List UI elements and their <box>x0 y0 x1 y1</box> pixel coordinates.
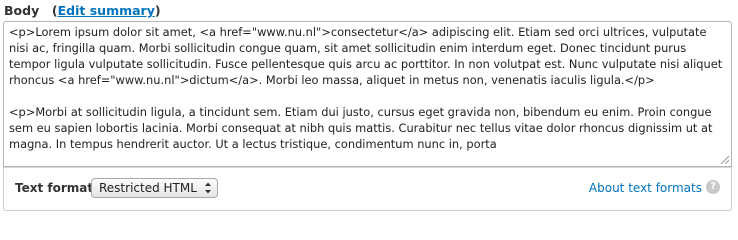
edit-summary-link[interactable]: Edit summary <box>58 3 155 18</box>
body-textarea-content[interactable]: <p>Lorem ipsum dolor sit amet, <a href="… <box>9 24 727 152</box>
text-format-bar: Text format Restricted HTML About text f… <box>3 167 732 211</box>
text-format-label: Text format <box>15 181 94 195</box>
help-icon[interactable]: ? <box>706 180 720 194</box>
text-format-selected: Restricted HTML <box>99 181 197 195</box>
field-label-row: Body (Edit summary) <box>4 3 161 18</box>
about-text-formats-link[interactable]: About text formats <box>589 180 702 196</box>
resize-grip-icon[interactable] <box>720 155 729 164</box>
body-textarea[interactable]: <p>Lorem ipsum dolor sit amet, <a href="… <box>3 21 732 167</box>
select-arrows-icon <box>205 182 211 194</box>
text-format-select[interactable]: Restricted HTML <box>91 178 218 198</box>
body-field: Body (Edit summary) <p>Lorem ipsum dolor… <box>0 0 738 219</box>
field-label: Body <box>4 3 40 18</box>
